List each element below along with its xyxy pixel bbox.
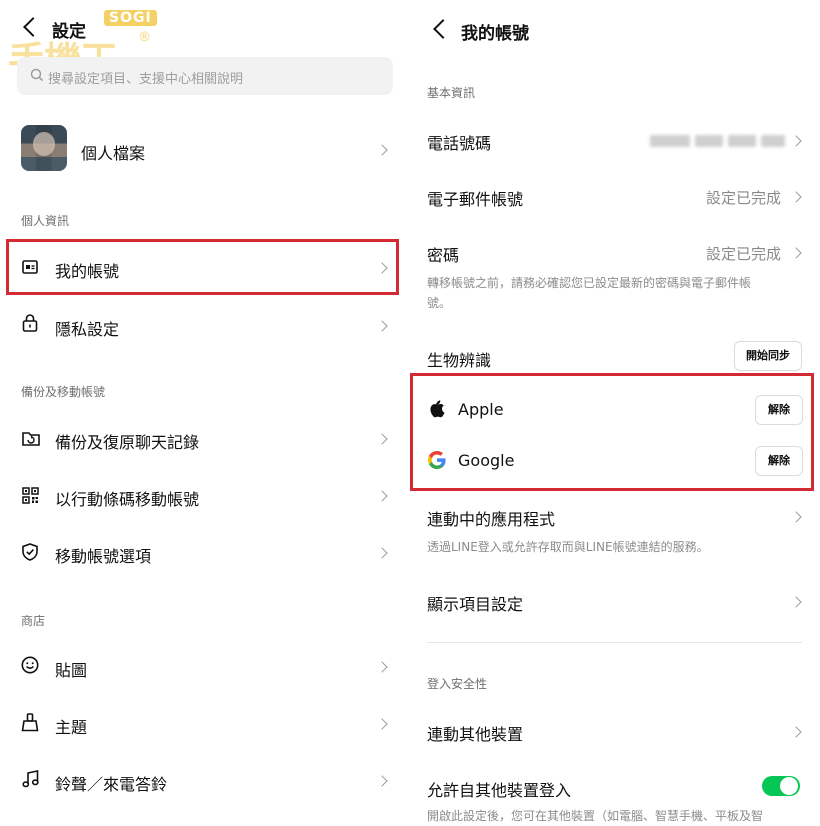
display-settings-label: 顯示項目設定 <box>427 595 524 614</box>
section-personal-info: 個人資訊 <box>21 214 70 228</box>
privacy-label: 隱私設定 <box>55 320 120 339</box>
password-status: 設定已完成 <box>706 245 782 263</box>
my-account-highlight <box>6 239 399 295</box>
email-status: 設定已完成 <box>706 189 782 207</box>
transfer-options-label: 移動帳號選項 <box>55 547 152 566</box>
password-hint-line-2: 號。 <box>427 296 452 310</box>
smiley-icon <box>21 656 39 674</box>
watermark-registered: ® <box>138 30 151 45</box>
settings-panel: 設定 手機王 SOGI ® 搜尋設定項目、支援中心相關說明 個人檔案 個人資訊 … <box>0 0 405 820</box>
watermark-brand: SOGI <box>104 10 157 26</box>
allow-other-login-hint: 開啟此設定後，您可在其他裝置（如電腦、智慧手機、平板及智 <box>427 809 764 823</box>
qr-code-icon <box>22 487 39 504</box>
lock-icon <box>22 314 38 332</box>
paint-brush-icon <box>21 713 39 732</box>
password-label: 密碼 <box>427 246 460 265</box>
avatar-face <box>33 132 55 156</box>
other-devices-label: 連動其他裝置 <box>427 725 524 744</box>
search-icon <box>30 68 44 82</box>
toggle-knob <box>780 777 798 795</box>
linked-apps-label: 連動中的應用程式 <box>427 510 556 529</box>
section-backup: 備份及移動帳號 <box>21 385 106 399</box>
themes-label: 主題 <box>55 718 88 737</box>
stickers-label: 貼圖 <box>55 661 88 680</box>
search-placeholder: 搜尋設定項目、支援中心相關說明 <box>48 72 244 87</box>
section-store: 商店 <box>21 614 46 628</box>
allow-other-login-label: 允許自其他裝置登入 <box>427 781 572 800</box>
biometric-label: 生物辨識 <box>427 351 492 370</box>
section-basic-info: 基本資訊 <box>427 86 476 100</box>
qr-transfer-label: 以行動條碼移動帳號 <box>55 490 200 509</box>
backup-restore-label: 備份及復原聊天記錄 <box>55 433 200 452</box>
page-title: 我的帳號 <box>461 24 529 44</box>
password-hint: 轉移帳號之前，請務必確認您已設定最新的密碼與電子郵件帳 號。 <box>427 273 797 313</box>
section-login-security: 登入安全性 <box>427 677 488 691</box>
profile-label: 個人檔案 <box>81 144 146 163</box>
phone-label: 電話號碼 <box>427 134 492 153</box>
linked-apps-hint: 透過LINE登入或允許存取而與LINE帳號連結的服務。 <box>427 540 709 554</box>
folder-restore-icon <box>22 432 40 446</box>
password-hint-line-1: 轉移帳號之前，請務必確認您已設定最新的密碼與電子郵件帳 <box>427 276 752 290</box>
section-divider <box>427 642 802 643</box>
shield-check-icon <box>22 543 38 561</box>
start-sync-button[interactable]: 開始同步 <box>734 341 802 371</box>
ringtones-label: 鈴聲／來電答鈴 <box>55 775 168 794</box>
linked-accounts-highlight <box>410 373 814 491</box>
email-label: 電子郵件帳號 <box>427 190 524 209</box>
music-note-icon <box>22 770 39 788</box>
